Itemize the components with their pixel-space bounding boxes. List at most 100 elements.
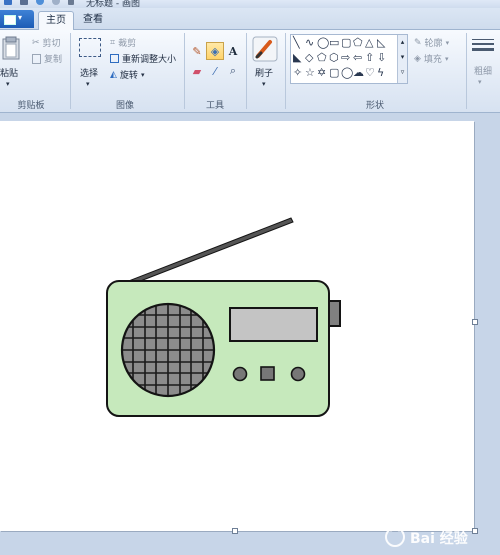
resize-button[interactable]: 重新调整大小 [110,52,176,65]
fill-icon: ◈ [414,53,421,64]
tools-group-label: 工具 [205,101,224,111]
rectangle-shape-icon[interactable]: ▭ [329,37,339,49]
display-panel [229,307,318,342]
paste-dropdown[interactable]: ▾ [6,80,10,88]
watermark-logo-icon [385,526,405,547]
up-arrow-shape-icon[interactable]: ⇧ [365,52,374,64]
resize-icon [110,54,119,63]
rotate-button[interactable]: ◭ 旋转 ▾ [110,68,145,82]
chevron-down-icon: ▾ [444,54,449,63]
brush-dropdown[interactable]: ▾ [262,80,266,88]
right-arrow-shape-icon[interactable]: ⇨ [341,52,350,64]
left-knob [232,366,248,382]
chevron-down-icon: ▾ [18,13,23,22]
left-arrow-shape-icon[interactable]: ⇦ [353,52,362,64]
outline-label: 轮廓 [424,39,443,49]
copy-icon [32,53,41,64]
scissors-icon: ✂ [32,37,40,48]
pentagon-shape-icon[interactable]: ⬠ [317,52,327,64]
color-picker-icon[interactable]: ⁄ [206,62,224,80]
crop-button[interactable]: ⌗ 裁剪 [110,36,137,50]
rounded-callout-shape-icon[interactable]: ▢ [329,67,339,79]
shapes-scrollbar[interactable]: ▴ ▾ ▿ [397,35,407,83]
oval-shape-icon[interactable]: ◯ [317,37,329,49]
title-bar: 无标题 - 画图 [0,0,500,8]
paint-app-icon [4,0,12,5]
copy-label: 复制 [44,55,63,65]
five-point-star-shape-icon[interactable]: ☆ [305,67,315,79]
magnifier-icon[interactable]: ⌕ [224,62,242,80]
brush-button[interactable]: 刷子 [255,66,273,79]
size-dropdown[interactable]: ▾ [478,78,482,86]
cut-label: 剪切 [42,39,61,49]
size-label: 粗细 [474,67,493,77]
brush-icon [252,36,278,62]
shapes-group-label: 形状 [365,101,384,111]
select-dropdown[interactable]: ▾ [86,80,90,88]
triangle-shape-icon[interactable]: △ [365,37,373,49]
redo-icon[interactable] [52,0,60,5]
save-icon[interactable] [20,0,28,5]
polygon-shape-icon[interactable]: ⬠ [353,37,363,49]
six-point-star-shape-icon[interactable]: ✡ [317,67,326,79]
clipboard-group-label: 剪贴板 [17,101,45,111]
crop-label: 裁剪 [118,39,137,49]
diamond-shape-icon[interactable]: ◇ [305,52,313,64]
tab-view[interactable]: 查看 [76,11,110,29]
resize-label: 重新调整大小 [122,55,177,65]
select-label: 选择 [80,69,99,79]
chevron-down-icon: ▾ [140,70,145,79]
select-button[interactable]: 选择 [80,66,98,79]
line-size-icon [472,36,494,56]
right-triangle-shape-icon[interactable]: ◺ [377,37,385,49]
hexagon-shape-icon[interactable]: ⬡ [329,52,339,64]
tab-home[interactable]: 主页 [38,11,74,30]
cloud-callout-shape-icon[interactable]: ☁ [353,67,364,79]
shapes-gallery[interactable]: ╲ ∿ ◯ ▭ ▢ ⬠ △ ◺ ◣ ◇ ⬠ ⬡ ⇨ ⇦ ⇧ ⇩ ✧ ☆ ✡ ▢ … [290,34,408,84]
lightning-shape-icon[interactable]: ϟ [377,67,384,79]
center-button [260,366,275,381]
fill-label: 填充 [423,55,442,65]
right-triangle-shape-icon[interactable]: ◣ [293,52,301,64]
copy-button[interactable]: 复制 [32,52,62,65]
window-title: 无标题 - 画图 [86,0,140,8]
heart-shape-icon[interactable]: ♡ [365,67,375,79]
undo-icon[interactable] [36,0,44,5]
ribbon: 粘贴 ▾ ✂ 剪切 复制 剪贴板 选择 ▾ ⌗ 裁剪 重新调整大小 ◭ 旋转 ▾… [0,30,500,113]
ribbon-divider [285,33,286,109]
rotate-icon: ◭ [110,69,117,80]
menu-icon [4,15,16,25]
curve-shape-icon[interactable]: ∿ [305,37,314,49]
four-point-star-shape-icon[interactable]: ✧ [293,67,302,79]
ribbon-tabs: ▾ 主页 查看 [0,8,500,30]
outline-button[interactable]: ✎ 轮廓 ▾ [414,36,450,50]
ribbon-divider [466,33,467,109]
crop-icon: ⌗ [110,37,116,48]
resize-handle-right[interactable] [472,319,478,325]
pencil-tool-icon[interactable]: ✎ [188,42,206,60]
size-button[interactable]: 粗细 [474,64,492,77]
paste-button[interactable]: 粘贴 [0,66,18,79]
rotate-label: 旋转 [119,71,138,81]
resize-handle-bottom[interactable] [232,528,238,534]
drawing-canvas[interactable] [0,121,474,531]
eraser-tool-icon[interactable]: ▰ [188,62,206,80]
chevron-down-icon: ▾ [445,38,450,47]
brush-label: 刷子 [255,69,274,79]
line-shape-icon[interactable]: ╲ [293,37,300,49]
rounded-rectangle-shape-icon[interactable]: ▢ [341,37,351,49]
customize-quick-access-icon[interactable] [68,0,74,5]
text-tool-icon[interactable]: A [224,42,242,60]
fill-tool-icon[interactable]: ◈ [206,42,224,60]
cut-button[interactable]: ✂ 剪切 [32,36,61,50]
paste-label: 粘贴 [0,69,19,79]
paint-menu-button[interactable]: ▾ [0,10,34,28]
right-knob [290,366,306,382]
antenna [124,217,294,286]
select-icon [79,38,101,57]
watermark-text: Bai 经验 [410,531,468,547]
down-arrow-shape-icon[interactable]: ⇩ [377,52,386,64]
fill-button[interactable]: ◈ 填充 ▾ [414,52,449,66]
paste-icon [2,36,20,60]
oval-callout-shape-icon[interactable]: ◯ [341,67,353,79]
